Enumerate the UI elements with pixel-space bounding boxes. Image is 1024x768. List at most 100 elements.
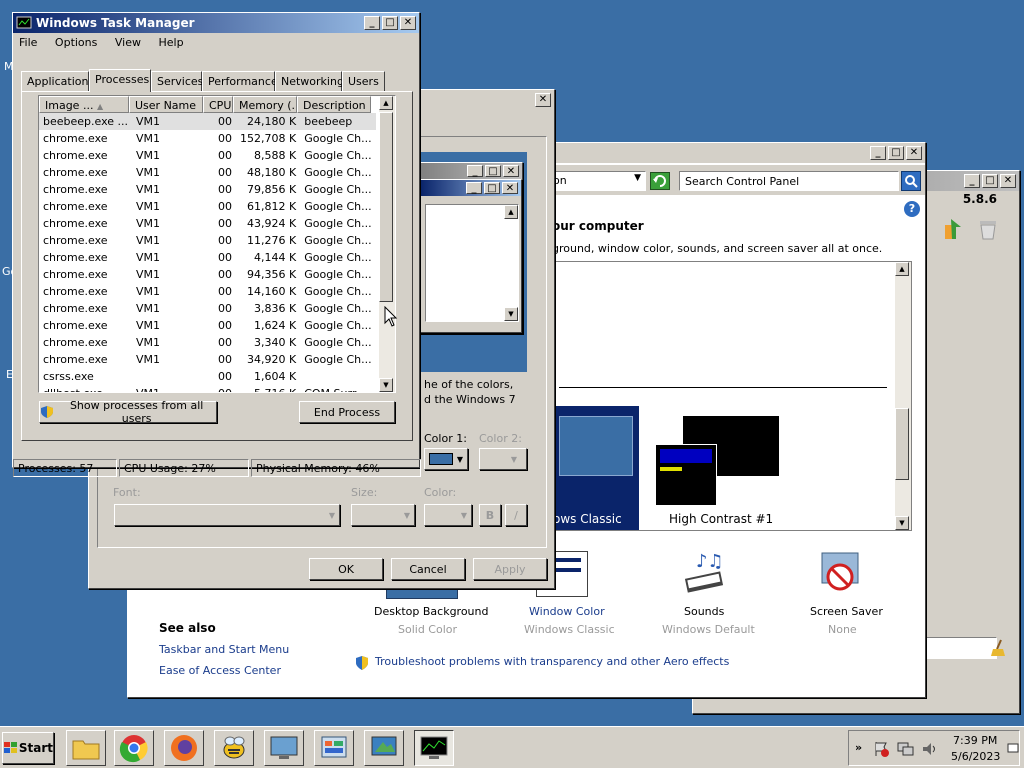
show-all-processes-button[interactable]: Show processes from all users: [39, 399, 217, 425]
broom-icon[interactable]: [991, 639, 1007, 660]
scroll-thumb[interactable]: [379, 112, 393, 302]
process-row[interactable]: dllhost.exeVM1005,716 KCOM Surr...: [39, 385, 376, 392]
maximize-button[interactable]: □: [982, 174, 998, 188]
cancel-button[interactable]: Cancel: [391, 558, 465, 580]
ok-button[interactable]: OK: [309, 558, 383, 580]
process-row[interactable]: chrome.exe VM1 00 43,924 K Google Ch...: [39, 215, 376, 232]
screen-saver-icon[interactable]: [818, 551, 864, 599]
cpu-cell: 00: [218, 183, 233, 196]
menu-help[interactable]: Help: [158, 36, 183, 49]
file-explorer-icon[interactable]: [66, 730, 106, 766]
tab-processes[interactable]: Processes: [89, 69, 151, 92]
maximize-button[interactable]: □: [382, 16, 398, 30]
end-process-button[interactable]: End Process: [299, 401, 395, 423]
window-color-link[interactable]: Window Color: [529, 605, 605, 618]
beebeep-icon[interactable]: [214, 730, 254, 766]
tab-networking[interactable]: Networking: [275, 71, 344, 91]
col-image-name[interactable]: Image ... ▲: [39, 96, 129, 113]
minimize-button[interactable]: _: [870, 146, 886, 160]
col-memory[interactable]: Memory (...: [233, 96, 297, 113]
minimize-button[interactable]: _: [964, 174, 980, 188]
process-row[interactable]: chrome.exe VM1 00 79,856 K Google Ch...: [39, 181, 376, 198]
process-row[interactable]: chrome.exe VM1 00 1,624 K Google Ch...: [39, 317, 376, 334]
search-input[interactable]: Search Control Panel: [679, 171, 899, 191]
process-row[interactable]: chrome.exe VM1 00 11,276 K Google Ch...: [39, 232, 376, 249]
process-scrollbar[interactable]: ▲ ▼: [379, 96, 395, 392]
process-row[interactable]: csrss.exe 00 1,604 K: [39, 368, 376, 385]
close-button[interactable]: ✕: [906, 146, 922, 160]
volume-icon[interactable]: [921, 741, 939, 760]
process-row[interactable]: chrome.exe VM1 00 3,340 K Google Ch...: [39, 334, 376, 351]
col-user-name[interactable]: User Name: [129, 96, 203, 113]
share-icon[interactable]: [943, 217, 965, 241]
ease-of-access-link[interactable]: Ease of Access Center: [159, 664, 281, 677]
theme-high-contrast-1[interactable]: High Contrast #1: [649, 406, 799, 530]
display-settings-icon[interactable]: [264, 730, 304, 766]
theme-scrollbar[interactable]: ▲ ▼: [895, 262, 911, 530]
color2-picker[interactable]: ▼: [479, 448, 527, 470]
start-button[interactable]: Start: [2, 732, 54, 764]
process-row[interactable]: chrome.exe VM1 00 8,588 K Google Ch...: [39, 147, 376, 164]
process-row[interactable]: chrome.exe VM1 00 94,356 K Google Ch...: [39, 266, 376, 283]
apply-button[interactable]: Apply: [473, 558, 547, 580]
process-row[interactable]: chrome.exe VM1 00 61,812 K Google Ch...: [39, 198, 376, 215]
chevron-down-icon[interactable]: ▼: [634, 173, 641, 183]
bold-button[interactable]: B: [479, 504, 501, 526]
troubleshoot-link[interactable]: Troubleshoot problems with transparency …: [375, 655, 729, 668]
menu-file[interactable]: File: [19, 36, 37, 49]
action-center-flag-icon[interactable]: [873, 741, 889, 760]
menu-view[interactable]: View: [115, 36, 141, 49]
color1-picker[interactable]: ▼: [424, 448, 468, 470]
firefox-icon[interactable]: [164, 730, 204, 766]
show-hidden-icons-chevron[interactable]: »: [855, 741, 862, 754]
help-icon[interactable]: ?: [904, 201, 920, 217]
italic-button[interactable]: /: [505, 504, 527, 526]
clock-date[interactable]: 5/6/2023: [951, 750, 1000, 763]
close-button[interactable]: ✕: [535, 93, 551, 107]
font-color-dropdown[interactable]: ▼: [424, 504, 472, 526]
tab-applications[interactable]: Applications: [21, 71, 94, 91]
scroll-thumb[interactable]: [895, 408, 909, 480]
minimize-button[interactable]: _: [364, 16, 380, 30]
sounds-link[interactable]: Sounds: [684, 605, 724, 618]
font-dropdown[interactable]: ▼: [114, 504, 340, 526]
tab-users[interactable]: Users: [342, 71, 385, 91]
theme-classic[interactable]: ows Classic: [549, 406, 639, 530]
col-cpu[interactable]: CPU: [203, 96, 233, 113]
close-button[interactable]: ✕: [400, 16, 416, 30]
clock-time[interactable]: 7:39 PM: [953, 734, 997, 747]
process-row[interactable]: chrome.exe VM1 00 4,144 K Google Ch...: [39, 249, 376, 266]
refresh-icon[interactable]: [650, 172, 670, 190]
process-row[interactable]: chrome.exe VM1 00 3,836 K Google Ch...: [39, 300, 376, 317]
process-row[interactable]: beebeep.exe ... VM1 00 24,180 K beebeep: [39, 113, 376, 130]
menu-options[interactable]: Options: [55, 36, 97, 49]
sounds-icon[interactable]: ♪♫: [680, 549, 728, 599]
process-table[interactable]: beebeep.exe ... VM1 00 24,180 Kbeebeep chrom…: [39, 113, 376, 392]
col-description[interactable]: Description: [297, 96, 371, 113]
size-dropdown[interactable]: ▼: [351, 504, 415, 526]
beebeep-input[interactable]: [925, 637, 997, 659]
tab-performance[interactable]: Performance: [202, 71, 278, 91]
personalization-icon[interactable]: [364, 730, 404, 766]
process-row[interactable]: chrome.exe VM1 00 34,920 K Google Ch...: [39, 351, 376, 368]
screen-saver-link[interactable]: Screen Saver: [810, 605, 883, 618]
desktop-background-link[interactable]: Desktop Background: [374, 605, 489, 618]
keyboard-icon[interactable]: [1007, 741, 1019, 758]
task-manager-icon[interactable]: [414, 730, 454, 766]
maximize-button[interactable]: □: [888, 146, 904, 160]
taskbar-start-menu-link[interactable]: Taskbar and Start Menu: [159, 643, 289, 656]
process-list[interactable]: Image ... ▲ User Name CPU Memory (... De…: [38, 95, 396, 393]
process-row[interactable]: chrome.exe VM1 00 14,160 K Google Ch...: [39, 283, 376, 300]
process-row[interactable]: chrome.exe VM1 00 152,708 K Google Ch...: [39, 130, 376, 147]
process-row[interactable]: chrome.exe VM1 00 48,180 K Google Ch...: [39, 164, 376, 181]
control-panel-icon[interactable]: [314, 730, 354, 766]
search-icon[interactable]: [901, 171, 921, 191]
close-button[interactable]: ✕: [1000, 174, 1016, 188]
trash-icon[interactable]: [977, 217, 999, 241]
network-icon[interactable]: [897, 741, 915, 760]
task-manager-titlebar[interactable]: Windows Task Manager _ □ ✕: [13, 13, 419, 33]
address-bar[interactable]: on ▼: [548, 171, 646, 191]
tab-services[interactable]: Services: [151, 71, 203, 91]
theme-list[interactable]: ows Classic High Contrast #1 ▲ ▼: [548, 261, 912, 531]
chrome-icon[interactable]: [114, 730, 154, 766]
